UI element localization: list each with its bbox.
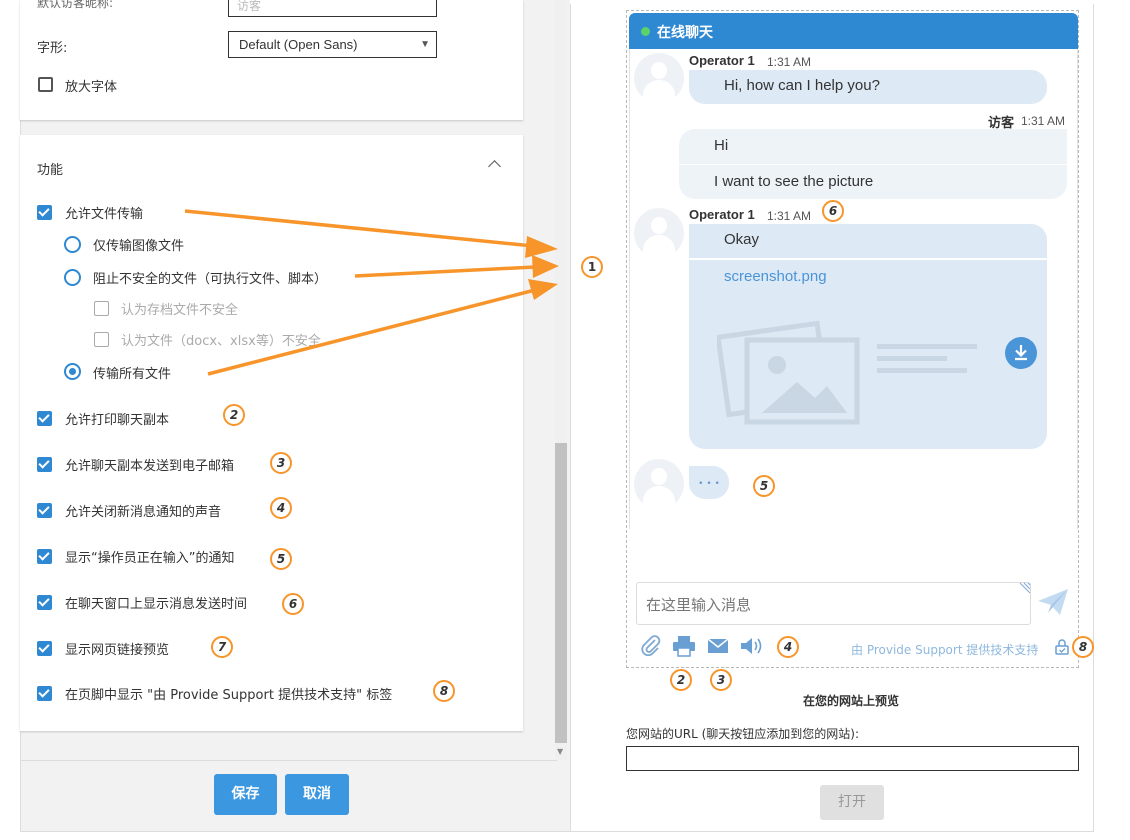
annotation-badge: 2 xyxy=(670,669,692,691)
annotation-badge: 3 xyxy=(710,669,732,691)
annotation-badge: 2 xyxy=(223,404,245,426)
annotation-badge: 7 xyxy=(211,636,233,658)
annotation-badge: 6 xyxy=(822,200,844,222)
annotation-badge: 4 xyxy=(270,497,292,519)
annotation-badge: 5 xyxy=(753,475,775,497)
annotation-badge: 8 xyxy=(433,680,455,702)
page: 默认访客昵称: 访客 字形: Default (Open Sans) ▼ 放大字体… xyxy=(0,0,1130,840)
annotation-arrows xyxy=(184,209,559,376)
annotation-badge: 8 xyxy=(1072,636,1094,658)
annotation-badge: 3 xyxy=(270,452,292,474)
annotation-badge: 6 xyxy=(282,593,304,615)
annotation-badge: 5 xyxy=(270,548,292,570)
annotation-badge: 4 xyxy=(777,636,799,658)
annotation-badge: 1 xyxy=(581,256,603,278)
